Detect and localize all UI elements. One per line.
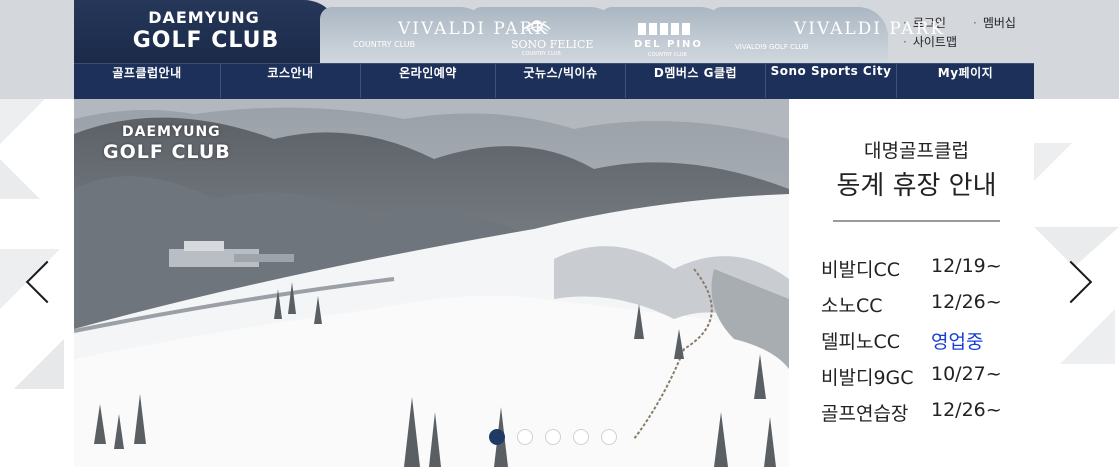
site-header: DAEMYUNG GOLF CLUB COUNTRY CLUB VIVALDI … [0, 0, 1119, 99]
notice-course-name: 비발디9GC [821, 367, 914, 389]
hero-logo-line1: DAEMYUNG [122, 124, 221, 140]
slider-next-button[interactable] [1049, 257, 1098, 311]
deco-triangle [0, 159, 40, 199]
nav-item-sono-sports-city[interactable]: Sono Sports City [766, 64, 897, 98]
main-visual: DAEMYUNG GOLF CLUB 대명골프클럽 동계 휴장 안내 비발디CC… [0, 99, 1119, 467]
club-tab-sono-felice-sub: COUNTRY CLUB [522, 51, 561, 57]
club-tab-vivaldi-park-sub: COUNTRY CLUB [353, 40, 416, 49]
membership-link[interactable]: 멤버십 [973, 14, 1016, 31]
notice-title: 동계 휴장 안내 [836, 171, 997, 201]
notice-row: 비발디9GC 10/27~ [821, 363, 1041, 393]
brand-logo[interactable]: DAEMYUNG GOLF CLUB [74, 0, 340, 63]
slider-prev-button[interactable] [22, 257, 69, 311]
nav-item-online-reservation[interactable]: 온라인예약 [361, 64, 496, 98]
del-pino-emblem-icon [638, 21, 692, 41]
club-tab-del-pino-title: DEL PINO [634, 39, 703, 50]
notice-course-name: 델피노CC [821, 331, 900, 353]
deco-triangle [14, 339, 64, 389]
club-tab-sono-felice-title: SONO FELICE [511, 38, 594, 51]
notice-closure-date: 12/26~ [931, 399, 1002, 421]
club-tab-vivaldi9-title: VIVALDI PARK [794, 19, 946, 39]
club-tab-vivaldi9-sub: VIVALDI9 GOLF CLUB [735, 43, 809, 51]
slider-dot-4[interactable] [573, 429, 589, 445]
chevron-right-icon [1049, 260, 1093, 304]
notice-row: 비발디CC 12/19~ [821, 255, 1041, 285]
slider-dot-1[interactable] [489, 429, 505, 445]
global-nav: 골프클럽안내 코스안내 온라인예약 굿뉴스/빅이슈 D멤버스 G클럽 Sono … [74, 63, 1034, 99]
nav-item-course-info[interactable]: 코스안내 [221, 64, 361, 98]
notice-closure-date: 12/26~ [931, 291, 1002, 313]
nav-item-my-page[interactable]: My페이지 [897, 64, 1034, 98]
notice-row: 골프연습장 12/26~ [821, 399, 1041, 429]
slider-dot-3[interactable] [545, 429, 561, 445]
notice-row: 델피노CC 영업중 [821, 327, 1041, 357]
winter-closure-notice: 대명골프클럽 동계 휴장 안내 비발디CC 12/19~ 소노CC 12/26~… [789, 99, 1034, 467]
deco-triangle [1060, 309, 1115, 364]
brand-logo-line2: GOLF CLUB [132, 28, 280, 53]
hero-slide-image: DAEMYUNG GOLF CLUB [74, 99, 789, 467]
notice-divider [833, 220, 1000, 222]
club-tab-del-pino-sub: COUNTRY CLUB [648, 52, 687, 58]
nav-item-golfclub-info[interactable]: 골프클럽안내 [74, 64, 221, 98]
notice-row: 소노CC 12/26~ [821, 291, 1041, 321]
nav-item-news[interactable]: 굿뉴스/빅이슈 [496, 64, 626, 98]
club-tab-vivaldi-park[interactable]: COUNTRY CLUB VIVALDI PARK [320, 7, 547, 63]
slider-dot-2[interactable] [517, 429, 533, 445]
nav-item-d-members[interactable]: D멤버스 G클럽 [626, 64, 766, 98]
club-tab-vivaldi-park-title: VIVALDI PARK [398, 19, 550, 39]
slider-dot-5[interactable] [601, 429, 617, 445]
notice-course-name: 비발디CC [821, 259, 900, 281]
club-tab-vivaldi9[interactable]: VIVALDI9 GOLF CLUB VIVALDI PARK [710, 7, 943, 63]
notice-course-name: 소노CC [821, 295, 883, 317]
notice-closure-date: 10/27~ [931, 363, 1002, 385]
slider-pagination [489, 429, 617, 445]
notice-closure-date: 12/19~ [931, 255, 1002, 277]
chevron-left-icon [25, 260, 69, 304]
notice-course-name: 골프연습장 [821, 403, 909, 425]
hero-logo-line2: GOLF CLUB [103, 141, 231, 163]
notice-subtitle: 대명골프클럽 [864, 140, 969, 162]
notice-closure-date: 영업중 [931, 331, 984, 353]
deco-triangle [0, 99, 45, 144]
brand-logo-line1: DAEMYUNG [148, 8, 260, 27]
